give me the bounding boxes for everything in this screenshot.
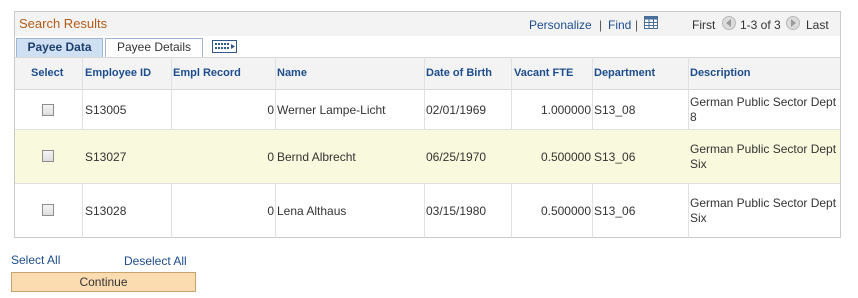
select-all-link[interactable]: Select All	[11, 253, 60, 267]
next-arrow-icon[interactable]	[786, 16, 800, 30]
table-row: S13027 0 Bernd Albrecht 06/25/1970 0.500…	[15, 130, 840, 184]
vacant-fte: 1.000000	[540, 103, 591, 117]
personalize-link[interactable]: Personalize	[529, 18, 592, 32]
department: S13_06	[594, 204, 636, 218]
grid-header: Search Results Personalize | Find | Firs…	[15, 12, 840, 37]
empl-record: 0	[267, 204, 274, 218]
tab-payee-data[interactable]: Payee Data	[16, 38, 103, 57]
col-vacant-fte[interactable]: Vacant FTE	[514, 67, 573, 79]
first-label: First	[692, 18, 716, 32]
table-header: Select Employee ID Empl Record Name Date…	[15, 57, 840, 90]
employee-id: S13005	[85, 103, 127, 117]
row-select-checkbox[interactable]	[42, 150, 54, 162]
col-date-of-birth[interactable]: Date of Birth	[426, 67, 492, 79]
last-label: Last	[806, 18, 829, 32]
employee-name: Lena Althaus	[277, 204, 347, 218]
continue-button[interactable]: Continue	[11, 272, 196, 292]
grid-view-icon[interactable]	[644, 16, 658, 32]
tab-payee-details[interactable]: Payee Details	[105, 38, 203, 57]
search-results-grid: Search Results Personalize | Find | Firs…	[14, 11, 841, 238]
show-all-columns-icon[interactable]	[212, 40, 237, 56]
table-row: S13005 0 Werner Lampe-Licht 02/01/1969 1…	[15, 90, 840, 130]
date-of-birth: 06/25/1970	[426, 150, 487, 164]
row-range: 1-3 of 3	[740, 18, 781, 32]
description-line1: German Public Sector Dept	[690, 95, 837, 109]
date-of-birth: 03/15/1980	[426, 204, 487, 218]
col-name[interactable]: Name	[277, 67, 307, 79]
description-line2: Six	[690, 157, 707, 171]
separator: |	[635, 18, 639, 32]
empl-record: 0	[267, 103, 274, 117]
col-employee-id[interactable]: Employee ID	[85, 67, 151, 79]
department: S13_08	[594, 103, 636, 117]
department: S13_06	[594, 150, 636, 164]
employee-id: S13028	[85, 204, 127, 218]
employee-name: Werner Lampe-Licht	[277, 103, 386, 117]
col-empl-record[interactable]: Empl Record	[173, 67, 241, 79]
date-of-birth: 02/01/1969	[426, 103, 487, 117]
table-row: S13028 0 Lena Althaus 03/15/1980 0.50000…	[15, 184, 840, 238]
empl-record: 0	[267, 150, 274, 164]
col-description[interactable]: Description	[690, 67, 751, 79]
vacant-fte: 0.500000	[540, 150, 591, 164]
col-department[interactable]: Department	[594, 67, 655, 79]
row-select-checkbox[interactable]	[42, 104, 54, 116]
tab-bar: Payee Data Payee Details	[15, 36, 840, 57]
col-select[interactable]: Select	[31, 67, 63, 79]
description-line2: Six	[690, 211, 707, 225]
description-line2: 8	[690, 110, 697, 124]
row-select-checkbox[interactable]	[42, 204, 54, 216]
find-link[interactable]: Find	[608, 18, 631, 32]
employee-name: Bernd Albrecht	[277, 150, 356, 164]
description-line1: German Public Sector Dept	[690, 196, 837, 210]
first-arrow-icon[interactable]	[722, 16, 736, 30]
separator: |	[599, 18, 603, 32]
grid-title: Search Results	[19, 16, 108, 31]
deselect-all-link[interactable]: Deselect All	[124, 254, 187, 268]
vacant-fte: 0.500000	[540, 204, 591, 218]
employee-id: S13027	[85, 150, 127, 164]
description-line1: German Public Sector Dept	[690, 142, 837, 156]
